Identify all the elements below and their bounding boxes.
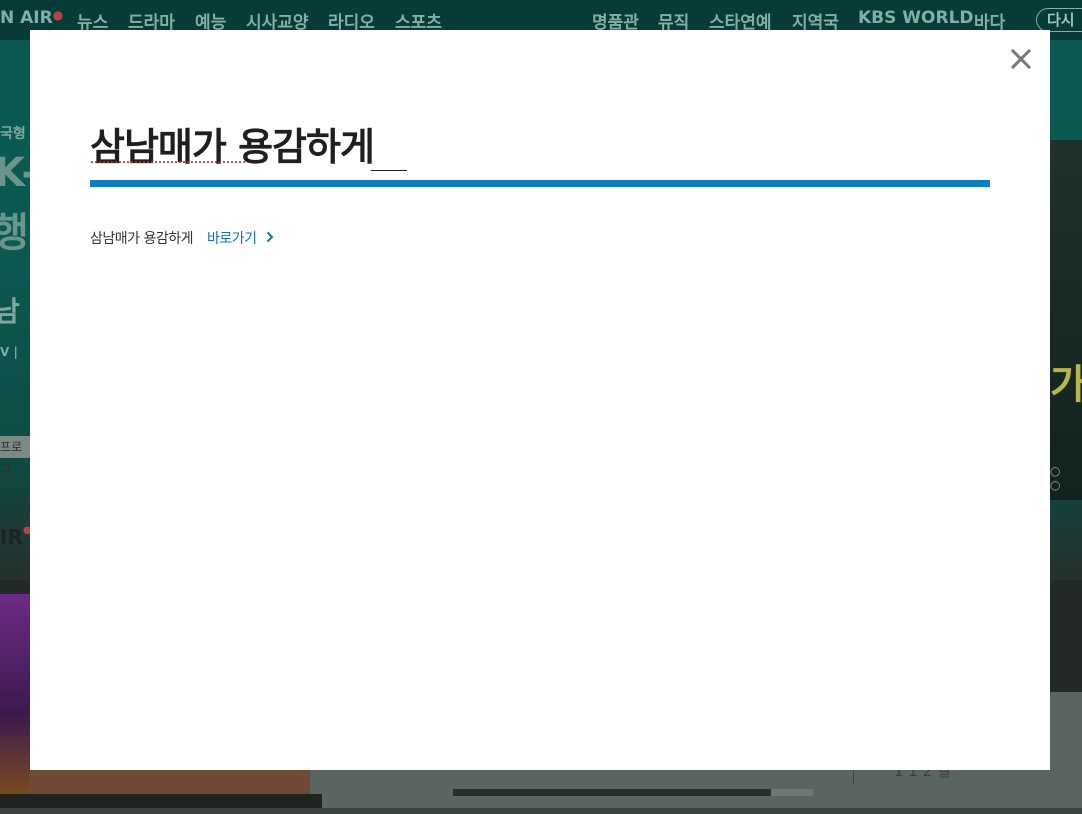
title-accent-bar xyxy=(90,180,990,187)
program-link-row: 삼남매가 용감하게 바로가기 xyxy=(90,228,274,248)
nav-kbs-world[interactable]: KBS WORLD xyxy=(858,8,974,28)
chevron-right-icon xyxy=(266,231,274,247)
hero-meta: V | xyxy=(0,345,18,359)
hero-image-text: 가 xyxy=(1050,362,1082,408)
hero-subtitle: 남 xyxy=(0,295,20,328)
hero-image xyxy=(1050,140,1082,500)
divider xyxy=(853,770,854,784)
horizontal-scroll-thumb[interactable] xyxy=(453,789,771,796)
carousel-pager[interactable]: ○ ○ xyxy=(1050,464,1082,492)
program-tag[interactable]: 프로그 xyxy=(0,436,30,476)
close-button[interactable] xyxy=(1010,46,1032,72)
bottom-strip xyxy=(0,808,1082,814)
go-link-label: 바로가기 xyxy=(206,231,257,247)
close-icon xyxy=(1010,46,1032,72)
program-thumbnail[interactable] xyxy=(0,594,30,794)
thumbnail-frame xyxy=(0,794,322,808)
program-modal: 삼남매가 용감하게 삼남매가 용감하게 바로가기 xyxy=(30,30,1050,770)
program-name: 삼남매가 용감하게 xyxy=(90,231,194,247)
onair-label: IR● xyxy=(0,525,32,549)
text-cursor-underline xyxy=(371,170,407,171)
hero-title-line2: 행 xyxy=(0,210,29,256)
nav-onair[interactable]: N AIR● xyxy=(0,8,63,28)
hero-small-label: 국형 xyxy=(0,126,26,142)
program-thumbnail-strip xyxy=(30,770,310,794)
go-link[interactable]: 바로가기 xyxy=(207,231,274,247)
spellcheck-underline xyxy=(90,161,245,163)
redo-button[interactable]: 다시 xyxy=(1036,8,1082,32)
